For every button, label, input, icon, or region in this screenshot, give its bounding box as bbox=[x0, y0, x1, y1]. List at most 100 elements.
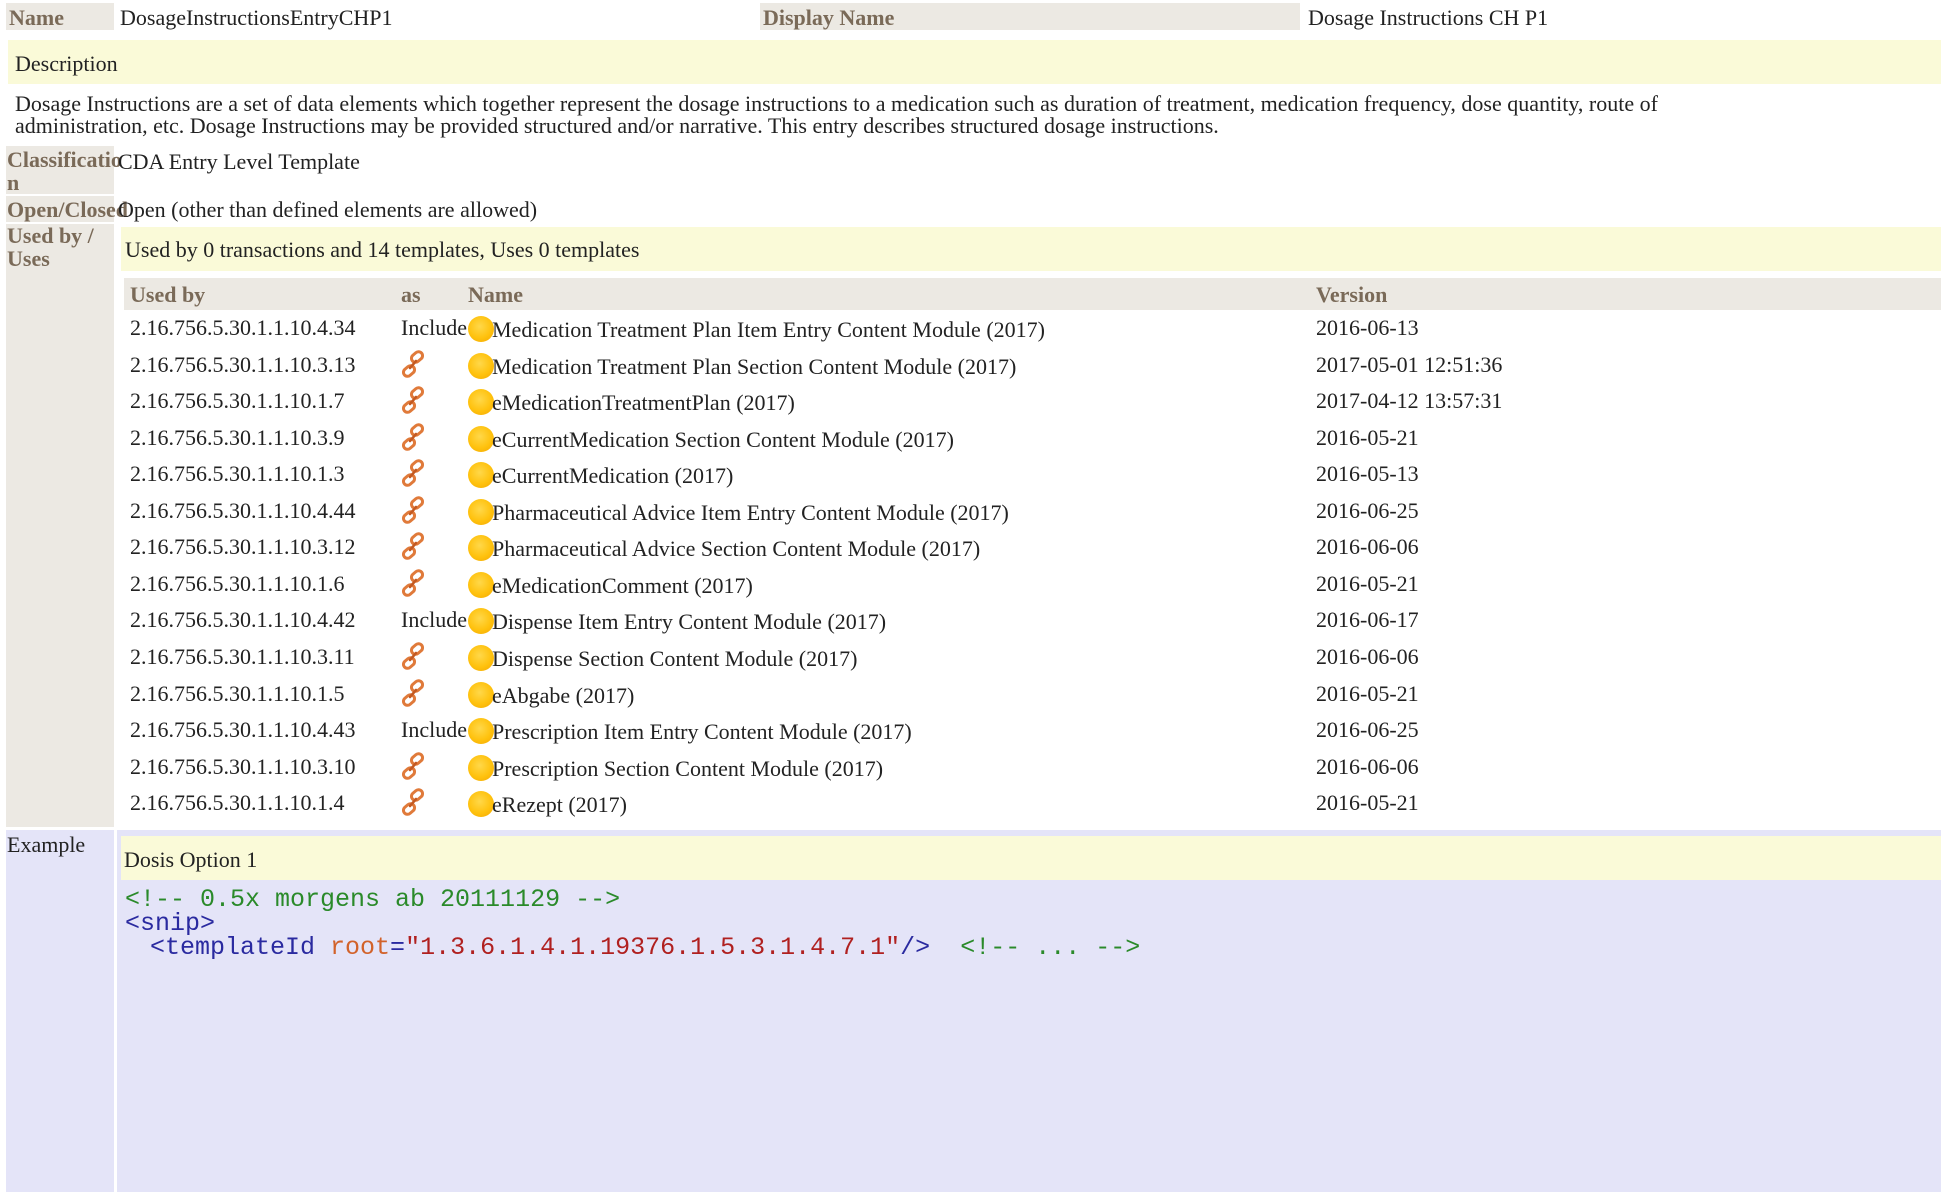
used-by-label: Used by / Uses bbox=[6, 224, 114, 827]
used-by-label-line-2: Uses bbox=[7, 246, 50, 271]
row-template-name[interactable]: eCurrentMedication Section Content Modul… bbox=[492, 427, 954, 453]
row-template-name[interactable]: Medication Treatment Plan Section Conten… bbox=[492, 354, 1016, 380]
row-template-name[interactable]: Medication Treatment Plan Item Entry Con… bbox=[492, 317, 1045, 343]
status-draft-circle-icon bbox=[468, 389, 494, 415]
table-row: 2.16.756.5.30.1.1.10.4.34 Include Medicati… bbox=[124, 315, 1941, 351]
row-version: 2016-06-17 bbox=[1316, 607, 1419, 632]
row-version: 2016-06-06 bbox=[1316, 644, 1419, 669]
row-template-name[interactable]: eMedicationComment (2017) bbox=[492, 573, 753, 599]
table-row: 2.16.756.5.30.1.1.10.4.42 Include Dispense… bbox=[124, 607, 1941, 643]
description-label: Description bbox=[15, 51, 118, 76]
classification-label-line-2: n bbox=[7, 170, 20, 195]
table-row: 2.16.756.5.30.1.1.10.3.9 eCurrentMedicati… bbox=[124, 423, 1941, 461]
code-attr-value: "1.3.6.1.4.1.19376.1.5.3.1.4.7.1" bbox=[405, 933, 901, 962]
used-by-summary-text: Used by 0 transactions and 14 templates,… bbox=[125, 237, 640, 262]
chain-link-icon bbox=[398, 642, 428, 672]
code-eq: = bbox=[390, 933, 406, 962]
row-as-type: Include bbox=[401, 607, 467, 632]
row-template-name[interactable]: Prescription Item Entry Content Module (… bbox=[492, 719, 912, 745]
description-header: Description bbox=[8, 40, 1941, 84]
row-version: 2016-06-25 bbox=[1316, 498, 1419, 523]
status-draft-circle-icon bbox=[468, 645, 494, 671]
row-version: 2016-06-06 bbox=[1316, 754, 1419, 779]
status-draft-circle-icon bbox=[468, 316, 494, 342]
row-template-id[interactable]: 2.16.756.5.30.1.1.10.4.42 bbox=[130, 607, 356, 633]
row-template-name[interactable]: Pharmaceutical Advice Item Entry Content… bbox=[492, 500, 1009, 526]
column-name: Name bbox=[468, 282, 523, 307]
chain-link-icon bbox=[398, 386, 428, 416]
row-template-name[interactable]: Prescription Section Content Module (201… bbox=[492, 756, 883, 782]
code-tag-open: <templateId bbox=[150, 933, 331, 962]
status-draft-circle-icon bbox=[468, 718, 494, 744]
column-as: as bbox=[401, 282, 421, 307]
row-as-type: Include bbox=[401, 717, 467, 742]
status-draft-circle-icon bbox=[468, 608, 494, 634]
chain-link-icon bbox=[398, 459, 428, 489]
chain-link-icon bbox=[398, 496, 428, 526]
open-closed-value: Open (other than defined elements are al… bbox=[118, 197, 538, 222]
row-template-name[interactable]: eMedicationTreatmentPlan (2017) bbox=[492, 390, 795, 416]
row-version: 2016-06-06 bbox=[1316, 534, 1419, 559]
status-draft-circle-icon bbox=[468, 535, 494, 561]
row-template-name[interactable]: eAbgabe (2017) bbox=[492, 683, 634, 709]
open-closed-label: Open/Closed bbox=[6, 196, 129, 222]
chain-link-icon bbox=[398, 679, 428, 709]
table-row: 2.16.756.5.30.1.1.10.1.5 eAbgabe (2017) 20… bbox=[124, 679, 1941, 717]
row-template-id[interactable]: 2.16.756.5.30.1.1.10.1.3 bbox=[130, 461, 345, 487]
table-row: 2.16.756.5.30.1.1.10.4.43 Include Prescrip… bbox=[124, 717, 1941, 753]
table-row: 2.16.756.5.30.1.1.10.1.6 eMedicationComme… bbox=[124, 569, 1941, 607]
table-row: 2.16.756.5.30.1.1.10.3.11 Dispense Sectio… bbox=[124, 642, 1941, 680]
example-title: Dosis Option 1 bbox=[124, 847, 258, 872]
display-name-value: Dosage Instructions CH P1 bbox=[1308, 5, 1549, 30]
row-version: 2016-05-21 bbox=[1316, 425, 1419, 450]
status-draft-circle-icon bbox=[468, 499, 494, 525]
row-template-id[interactable]: 2.16.756.5.30.1.1.10.3.10 bbox=[130, 754, 356, 780]
table-row: 2.16.756.5.30.1.1.10.3.12 Pharmaceutical … bbox=[124, 532, 1941, 570]
chain-link-icon bbox=[398, 569, 428, 599]
chain-link-icon bbox=[398, 752, 428, 782]
description-line-2: administration, etc. Dosage Instructions… bbox=[15, 113, 1219, 138]
row-template-id[interactable]: 2.16.756.5.30.1.1.10.1.7 bbox=[130, 388, 345, 414]
status-draft-circle-icon bbox=[468, 755, 494, 781]
row-template-id[interactable]: 2.16.756.5.30.1.1.10.3.11 bbox=[130, 644, 355, 670]
name-value: DosageInstructionsEntryCHP1 bbox=[120, 5, 393, 30]
row-template-name[interactable]: eCurrentMedication (2017) bbox=[492, 463, 733, 489]
row-template-id[interactable]: 2.16.756.5.30.1.1.10.4.44 bbox=[130, 498, 356, 524]
example-label: Example bbox=[7, 832, 86, 857]
row-version: 2016-05-21 bbox=[1316, 790, 1419, 815]
table-row: 2.16.756.5.30.1.1.10.4.44 Pharmaceutical … bbox=[124, 496, 1941, 534]
row-template-id[interactable]: 2.16.756.5.30.1.1.10.1.4 bbox=[130, 790, 345, 816]
row-template-id[interactable]: 2.16.756.5.30.1.1.10.4.34 bbox=[130, 315, 356, 341]
status-draft-circle-icon bbox=[468, 572, 494, 598]
chain-link-icon bbox=[398, 532, 428, 562]
row-template-name[interactable]: Dispense Section Content Module (2017) bbox=[492, 646, 857, 672]
row-template-name[interactable]: eRezept (2017) bbox=[492, 792, 627, 818]
table-header: Used by as Name Version bbox=[124, 278, 1941, 310]
row-template-name[interactable]: Pharmaceutical Advice Section Content Mo… bbox=[492, 536, 980, 562]
chain-link-icon bbox=[398, 423, 428, 453]
row-template-id[interactable]: 2.16.756.5.30.1.1.10.1.6 bbox=[130, 571, 345, 597]
chain-link-icon bbox=[398, 788, 428, 818]
row-version: 2016-06-13 bbox=[1316, 315, 1419, 340]
example-title-bar: Dosis Option 1 bbox=[121, 836, 1941, 880]
used-by-summary: Used by 0 transactions and 14 templates,… bbox=[121, 227, 1941, 271]
code-tag-close: /> bbox=[900, 933, 931, 962]
row-template-id[interactable]: 2.16.756.5.30.1.1.10.3.13 bbox=[130, 352, 356, 378]
classification-label: Classificatio n bbox=[6, 146, 122, 195]
table-row: 2.16.756.5.30.1.1.10.3.10 Prescription Se… bbox=[124, 752, 1941, 790]
row-template-id[interactable]: 2.16.756.5.30.1.1.10.1.5 bbox=[130, 681, 345, 707]
example-label-cell: Example bbox=[6, 830, 114, 1192]
row-template-id[interactable]: 2.16.756.5.30.1.1.10.3.9 bbox=[130, 425, 345, 451]
classification-value: CDA Entry Level Template bbox=[118, 149, 360, 174]
row-version: 2017-04-12 13:57:31 bbox=[1316, 388, 1503, 413]
row-template-id[interactable]: 2.16.756.5.30.1.1.10.4.43 bbox=[130, 717, 356, 743]
status-draft-circle-icon bbox=[468, 353, 494, 379]
classification-label-line-1: Classificatio bbox=[7, 147, 122, 172]
column-version: Version bbox=[1316, 282, 1388, 307]
row-template-name[interactable]: Dispense Item Entry Content Module (2017… bbox=[492, 609, 886, 635]
table-row: 2.16.756.5.30.1.1.10.1.3 eCurrentMedicati… bbox=[124, 459, 1941, 497]
code-inline-comment: <!-- ... --> bbox=[960, 933, 1141, 962]
used-by-label-line-1: Used by / bbox=[7, 223, 94, 248]
row-template-id[interactable]: 2.16.756.5.30.1.1.10.3.12 bbox=[130, 534, 356, 560]
code-line-templateid: <templateId root="1.3.6.1.4.1.19376.1.5.… bbox=[150, 933, 1140, 962]
